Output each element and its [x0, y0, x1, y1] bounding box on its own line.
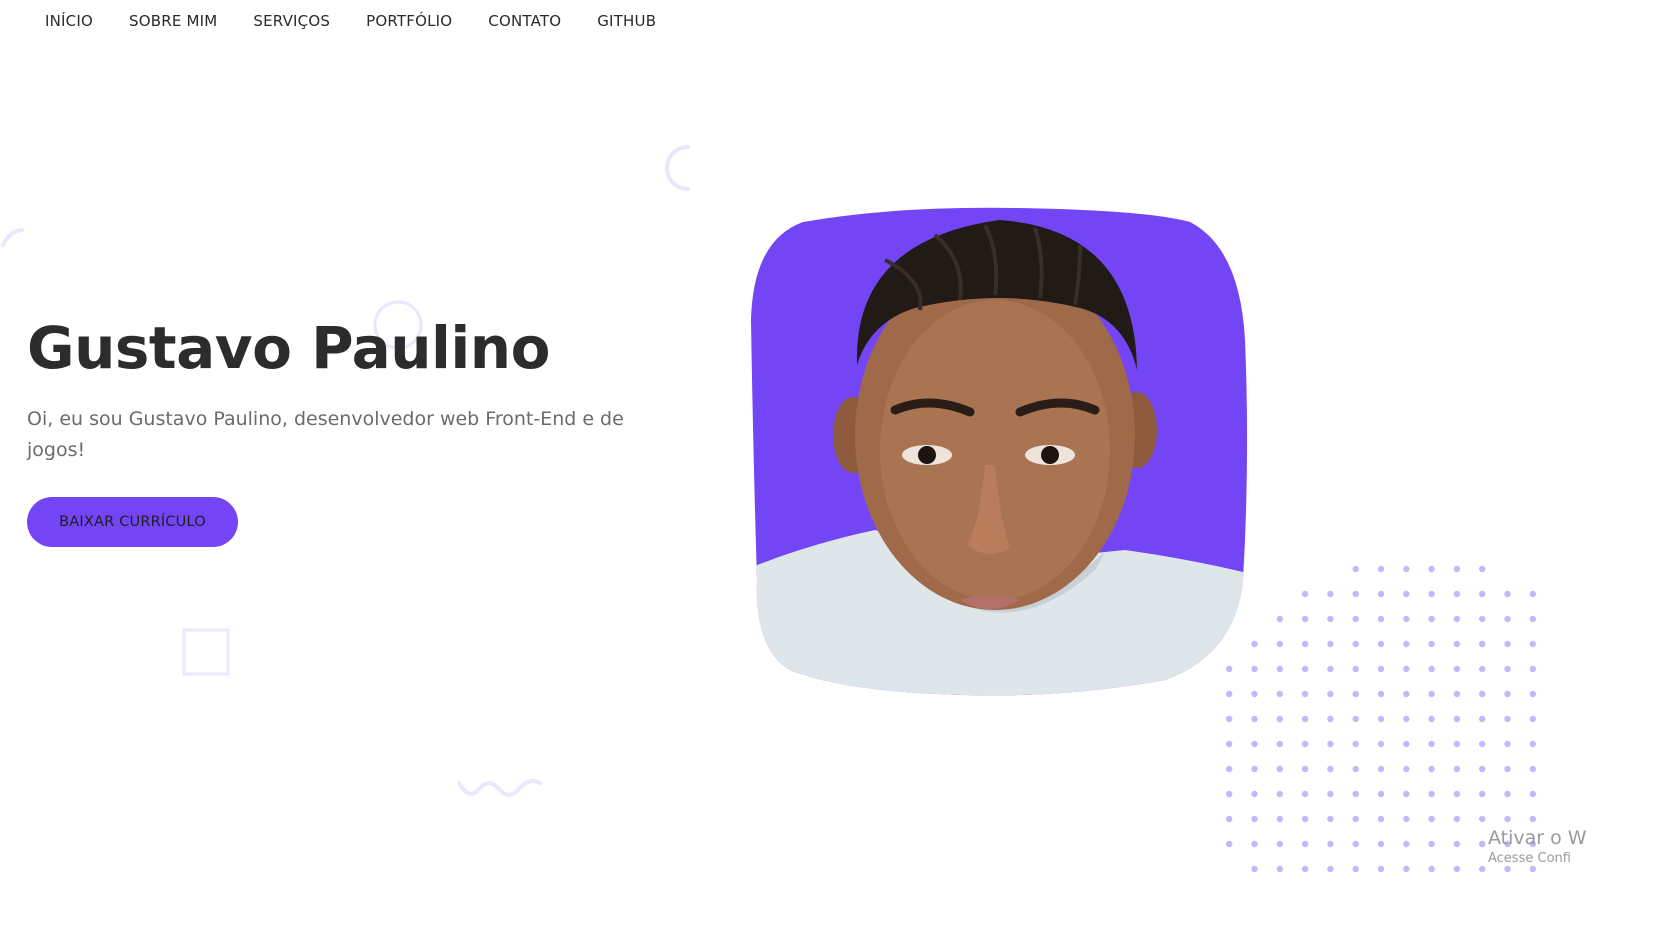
- square-decoration: [182, 628, 230, 676]
- nav-link-sobre-mim[interactable]: SOBRE MIM: [129, 10, 217, 32]
- arc-decoration: [665, 145, 690, 191]
- arc-decoration-left: [1, 228, 24, 247]
- nav-link-portfolio[interactable]: PORTFÓLIO: [366, 10, 452, 32]
- download-resume-button[interactable]: BAIXAR CURRÍCULO: [27, 497, 238, 547]
- windows-activation-watermark: Ativar o W Acesse Confi: [1488, 826, 1587, 868]
- dot-grid-decoration: [1226, 565, 1536, 873]
- nav-link-contato[interactable]: CONTATO: [488, 10, 561, 32]
- nav-link-github[interactable]: GITHUB: [597, 10, 656, 32]
- watermark-line-2: Acesse Confi: [1488, 851, 1571, 866]
- wave-decoration: [457, 779, 542, 797]
- hero-subtitle: Oi, eu sou Gustavo Paulino, desenvolvedo…: [27, 408, 624, 461]
- main-nav: INÍCIO SOBRE MIM SERVIÇOS PORTFÓLIO CONT…: [45, 10, 656, 32]
- watermark-line-1: Ativar o W: [1488, 827, 1587, 849]
- nav-link-servicos[interactable]: SERVIÇOS: [253, 10, 330, 32]
- page-title: Gustavo Paulino: [27, 314, 550, 382]
- nav-link-inicio[interactable]: INÍCIO: [45, 10, 93, 32]
